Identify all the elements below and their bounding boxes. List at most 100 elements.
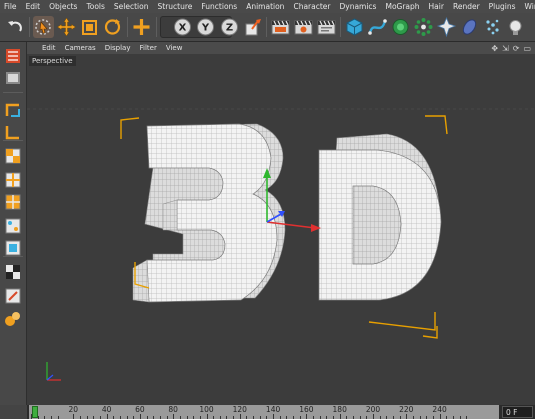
timeline-tick	[339, 414, 341, 419]
y-axis-lock-icon[interactable]: Y	[195, 16, 216, 38]
menu-dynamics[interactable]: Dynamics	[335, 2, 381, 11]
timeline-label: 240	[432, 405, 447, 414]
viewport-menu-filter[interactable]: Filter	[140, 44, 157, 52]
deformer-icon[interactable]	[436, 16, 457, 38]
texture-mode-icon[interactable]	[3, 100, 23, 120]
array-icon[interactable]	[413, 16, 434, 38]
viewport-menu-view[interactable]: View	[166, 44, 183, 52]
menu-window[interactable]: Window	[521, 2, 535, 11]
menu-mograph[interactable]: MoGraph	[381, 2, 424, 11]
timeline-label: 20	[68, 405, 79, 414]
timeline-label: 140	[265, 405, 281, 414]
timeline-tick	[206, 414, 208, 419]
live-selection-icon[interactable]	[33, 16, 54, 38]
timeline-label: 180	[332, 405, 347, 414]
timeline-tick	[306, 414, 308, 419]
world-axis-indicator	[46, 362, 61, 381]
workplane-icon[interactable]	[3, 122, 23, 142]
timeline-label: 220	[399, 405, 414, 414]
maximize-view-icon[interactable]: ▭	[523, 44, 531, 53]
viewport-menu-edit[interactable]: Edit	[42, 44, 56, 52]
timeline-tick	[373, 414, 374, 419]
cube-primitive-icon[interactable]	[344, 16, 365, 38]
viewport-menu-bar: Edit Cameras Display Filter View ✥ ⇲ ⟳ ▭	[27, 42, 535, 54]
scene-canvas	[27, 108, 535, 381]
model-mode-icon[interactable]	[3, 46, 23, 66]
rotate-view-icon[interactable]: ⟳	[513, 44, 520, 53]
undo-icon[interactable]	[5, 16, 26, 38]
points-mode-icon[interactable]	[3, 146, 23, 166]
camera-icon[interactable]	[482, 16, 503, 38]
menu-file[interactable]: File	[0, 2, 22, 11]
spline-pen-icon[interactable]	[367, 16, 388, 38]
checkerboard-icon[interactable]	[3, 262, 23, 282]
timeline-tick	[406, 414, 408, 419]
left-toolbar	[0, 42, 27, 405]
timeline-label: 200	[365, 405, 381, 414]
viewport-menu-cameras[interactable]: Cameras	[65, 44, 96, 52]
main-menu-bar: File Edit Objects Tools Selection Structure Fu…	[0, 0, 535, 13]
menu-plugins[interactable]: Plugins	[485, 2, 521, 11]
y-axis-label: Y	[201, 23, 210, 34]
main-toolbar: X Y Z	[0, 13, 535, 42]
floor-icon[interactable]	[459, 16, 480, 38]
toolbar-separator	[3, 256, 23, 257]
x-axis-lock-icon[interactable]: X	[172, 16, 193, 38]
zoom-view-icon[interactable]: ⇲	[502, 44, 509, 53]
timeline-label: 100	[199, 405, 214, 414]
timeline-tick	[73, 414, 75, 419]
menu-structure[interactable]: Structure	[154, 2, 198, 11]
menu-character[interactable]: Character	[289, 2, 335, 11]
timeline-label: 60	[135, 405, 145, 414]
timeline-tick	[239, 414, 241, 419]
timeline-bar: 20 40 60 80 100 120 140 160 180 200 220 240 0 F	[0, 405, 535, 419]
rotate-icon[interactable]	[102, 16, 123, 38]
menu-functions[interactable]: Functions	[197, 2, 242, 11]
timeline-label: 120	[232, 405, 247, 414]
timeline-tick	[31, 414, 32, 419]
render-picture-viewer-icon[interactable]	[293, 16, 314, 38]
move-icon[interactable]	[56, 16, 77, 38]
add-icon[interactable]	[131, 16, 152, 38]
perspective-viewport[interactable]: Perspective	[27, 54, 535, 405]
timeline-tick	[273, 414, 275, 419]
x-axis-label: X	[179, 23, 187, 34]
menu-edit[interactable]: Edit	[22, 2, 46, 11]
toolbar-separator	[3, 140, 23, 141]
timeline-tick	[106, 414, 108, 419]
coordinate-system-icon[interactable]	[243, 16, 264, 38]
render-settings-icon[interactable]	[316, 16, 337, 38]
sculpt-icon[interactable]	[3, 308, 23, 328]
render-view-icon[interactable]	[270, 16, 291, 38]
menu-objects[interactable]: Objects	[45, 2, 82, 11]
nurbs-icon[interactable]	[390, 16, 411, 38]
timeline-tick	[173, 414, 175, 419]
timeline-label: 80	[168, 405, 178, 414]
menu-hair[interactable]: Hair	[425, 2, 449, 11]
timeline-label: 160	[299, 405, 314, 414]
timeline-tick	[439, 414, 441, 419]
timeline-label: 40	[101, 405, 112, 414]
toolbar-separator	[3, 92, 23, 93]
viewport-menu-display[interactable]: Display	[105, 44, 131, 52]
move-view-icon[interactable]: ✥	[491, 44, 498, 53]
object-mode-icon[interactable]	[3, 68, 23, 88]
z-axis-label: Z	[226, 23, 233, 34]
menu-selection[interactable]: Selection	[110, 2, 154, 11]
z-axis-lock-icon[interactable]: Z	[219, 16, 240, 38]
3d-text-object[interactable]	[132, 123, 442, 303]
edges-mode-icon[interactable]	[3, 170, 23, 190]
light-icon[interactable]	[505, 16, 526, 38]
polygons-mode-icon[interactable]	[3, 192, 23, 212]
menu-render[interactable]: Render	[449, 2, 485, 11]
uv-points-icon[interactable]	[3, 216, 23, 236]
current-frame-field[interactable]: 0 F	[502, 406, 533, 418]
viewport-camera-label: Perspective	[29, 56, 76, 66]
tweak-mode-icon[interactable]	[3, 286, 23, 306]
uv-polygons-icon[interactable]	[3, 238, 23, 258]
timeline-ruler[interactable]: 20 40 60 80 100 120 140 160 180 200 220 240	[29, 405, 499, 419]
menu-animation[interactable]: Animation	[242, 2, 289, 11]
menu-tools[interactable]: Tools	[82, 2, 109, 11]
scale-icon[interactable]	[79, 16, 100, 38]
timeline-tick	[139, 414, 141, 419]
